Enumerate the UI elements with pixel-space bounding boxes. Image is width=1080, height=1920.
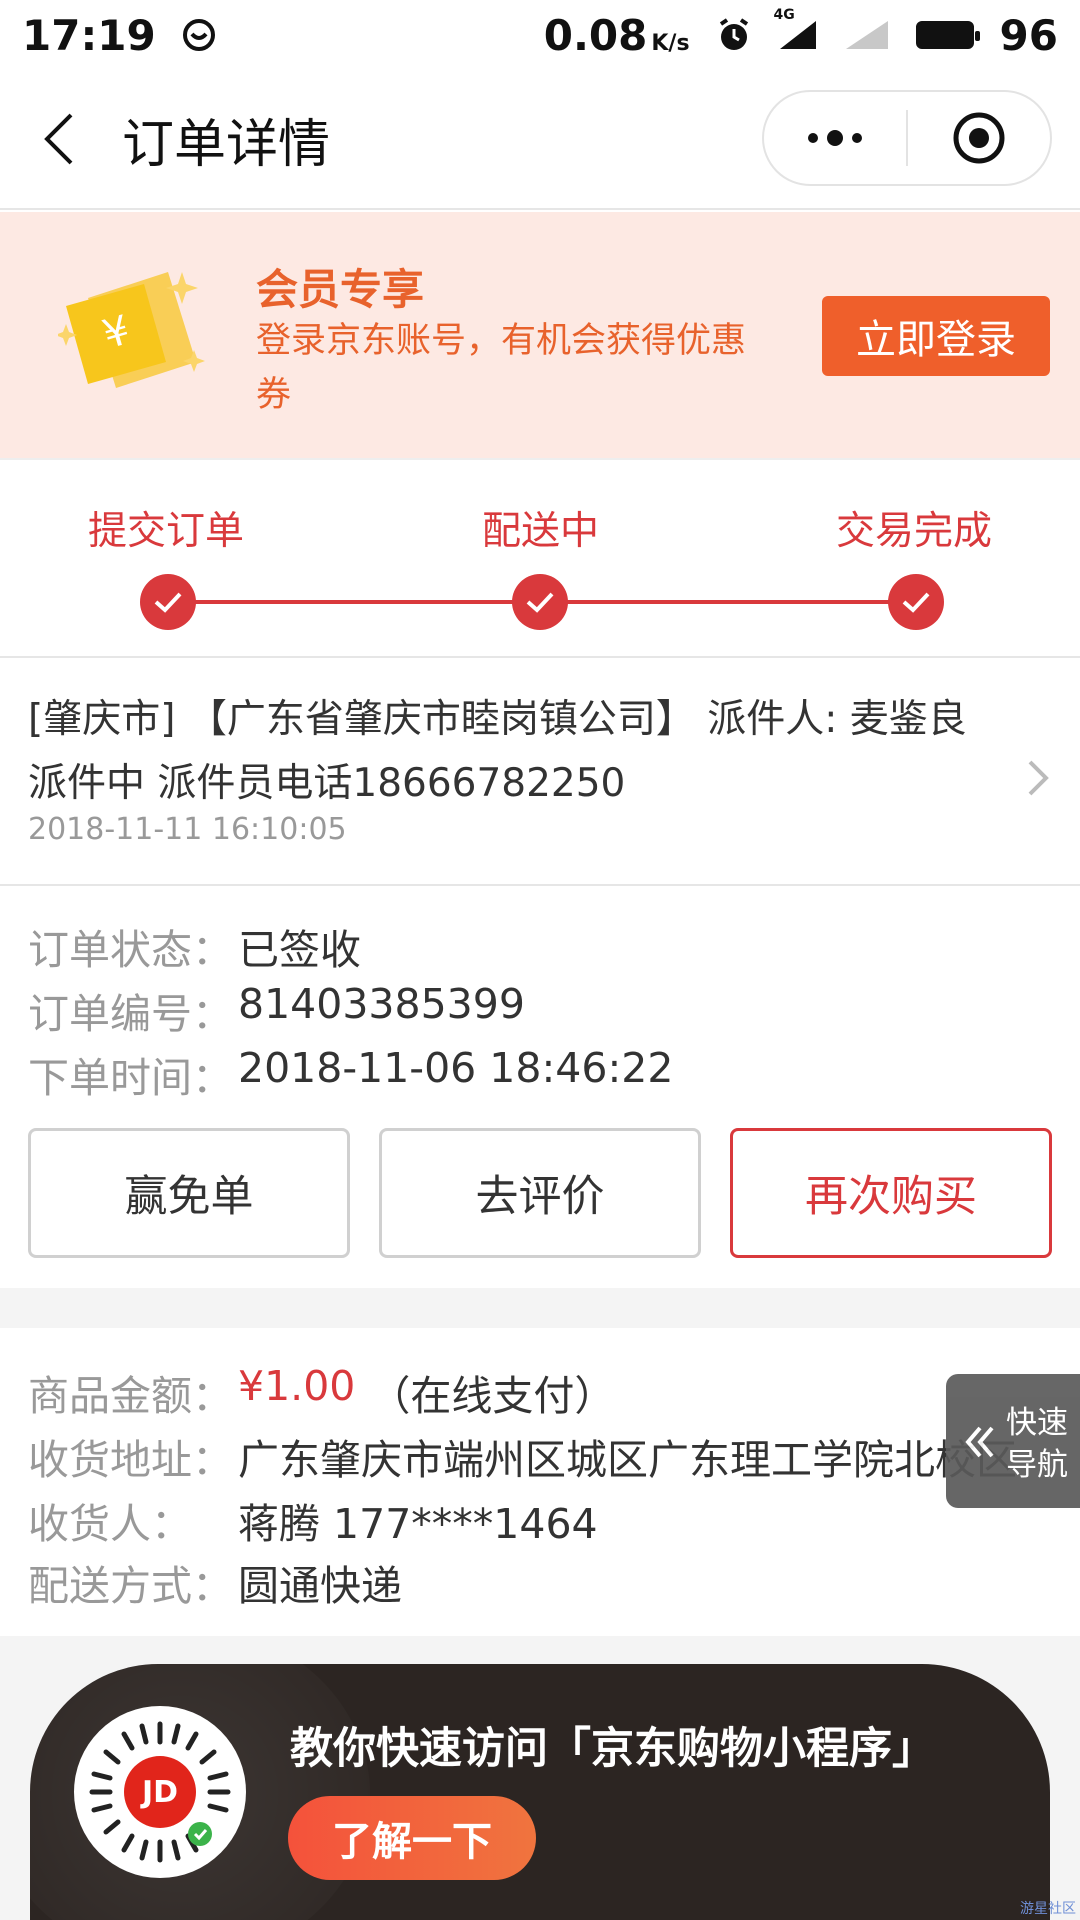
learn-more-button[interactable]: 了解一下 [288,1796,536,1880]
address-row: 收货地址： 广东肇庆市端州区城区广东理工学院北校区 [28,1426,1017,1486]
order-time-value: 2018-11-06 18:46:22 [238,1044,674,1092]
rebuy-button[interactable]: 再次购买 [730,1128,1052,1258]
chevron-right-icon [1018,748,1058,808]
review-button[interactable]: 去评价 [379,1128,701,1258]
miniprogram-qr-code: JD [74,1706,246,1878]
target-close-icon [953,112,1005,164]
jd-logo-text: JD [141,1774,179,1810]
address-label: 收货地址： [28,1436,233,1484]
amount-value: ¥1.00 [238,1362,356,1410]
pay-method: （在线支付） [369,1372,616,1420]
battery-level: 96 [999,10,1058,60]
order-time-label: 下单时间： [28,1054,233,1102]
signal-icon [844,19,890,51]
receiver-value: 蒋腾 177****1464 [238,1500,598,1548]
step-check-icon [512,574,568,630]
order-status-label: 订单状态： [28,926,233,974]
shipping-row: 配送方式： 圆通快递 [28,1552,402,1612]
shipping-label: 配送方式： [28,1562,233,1610]
logistics-time: 2018-11-11 16:10:05 [28,812,347,847]
step-label-delivering: 配送中 [482,509,600,554]
step-label-completed: 交易完成 [836,509,993,554]
miniprogram-promo: JD 教你快速访问「京东购物小程序」 了解一下 [30,1664,1050,1920]
receiver-row: 收货人： 蒋腾 177****1464 [28,1490,598,1550]
login-button[interactable]: 立即登录 [822,296,1050,376]
alarm-icon [716,17,752,53]
logistics-text: [肇庆市] 【广东省肇庆市睦岗镇公司】 派件人: 麦鉴良 派件中 派件员电话18… [28,697,967,806]
promo-title: 教你快速访问「京东购物小程序」 [290,1724,935,1774]
network-speed-unit: K/s [651,30,690,56]
quick-nav-button[interactable]: 快速导航 [946,1374,1080,1508]
watermark: 游星社区 [1020,1901,1076,1917]
app-notification-icon [182,18,216,52]
order-status-value: 已签收 [238,926,361,974]
coupon-ticket-icon: ¥ [55,254,218,404]
member-title: 会员专享 [256,265,425,314]
section-divider [0,1288,1080,1328]
member-description: 登录京东账号，有机会获得优惠券 [256,321,747,415]
network-type: 4G [773,7,795,23]
more-dots-icon [808,130,862,146]
address-value: 广东肇庆市端州区城区广东理工学院北校区 [238,1436,1017,1484]
order-number-row: 订单编号： 81403385399 [28,980,525,1040]
double-chevron-left-icon [962,1422,998,1466]
close-miniprogram-button[interactable] [908,92,1050,184]
nav-bar: 订单详情 [0,70,1080,210]
member-banner: ¥ 会员专享 登录京东账号，有机会获得优惠券 立即登录 [0,212,1080,460]
status-time: 17:19 [22,10,156,60]
shipping-value: 圆通快递 [238,1562,402,1610]
step-check-icon [888,574,944,630]
back-arrow-icon [44,113,73,165]
signal-4g-icon: 4G [774,7,818,51]
order-progress: 提交订单 配送中 交易完成 [0,462,1080,658]
battery-icon [915,21,980,49]
logistics-entry[interactable]: [肇庆市] 【广东省肇庆市睦岗镇公司】 派件人: 麦鉴良 派件中 派件员电话18… [0,660,1080,886]
free-order-button[interactable]: 赢免单 [28,1128,350,1258]
more-button[interactable] [764,92,906,184]
status-bar: 17:19 0.08 K/s 4G 96 [0,0,1080,70]
step-check-icon [140,574,196,630]
order-number-value: 81403385399 [238,980,525,1028]
miniprogram-capsule [762,90,1052,186]
order-time-row: 下单时间： 2018-11-06 18:46:22 [28,1044,673,1104]
receiver-label: 收货人： [28,1500,192,1548]
amount-row: 商品金额： ¥1.00 （在线支付） [28,1362,615,1422]
page-title: 订单详情 [122,114,331,175]
order-status-row: 订单状态： 已签收 [28,916,361,976]
step-label-submitted: 提交订单 [88,509,245,554]
network-speed: 0.08 [543,10,648,60]
amount-label: 商品金额： [28,1372,233,1420]
quick-nav-label: 快速导航 [1006,1405,1068,1483]
back-button[interactable] [14,69,104,209]
order-number-label: 订单编号： [28,990,233,1038]
